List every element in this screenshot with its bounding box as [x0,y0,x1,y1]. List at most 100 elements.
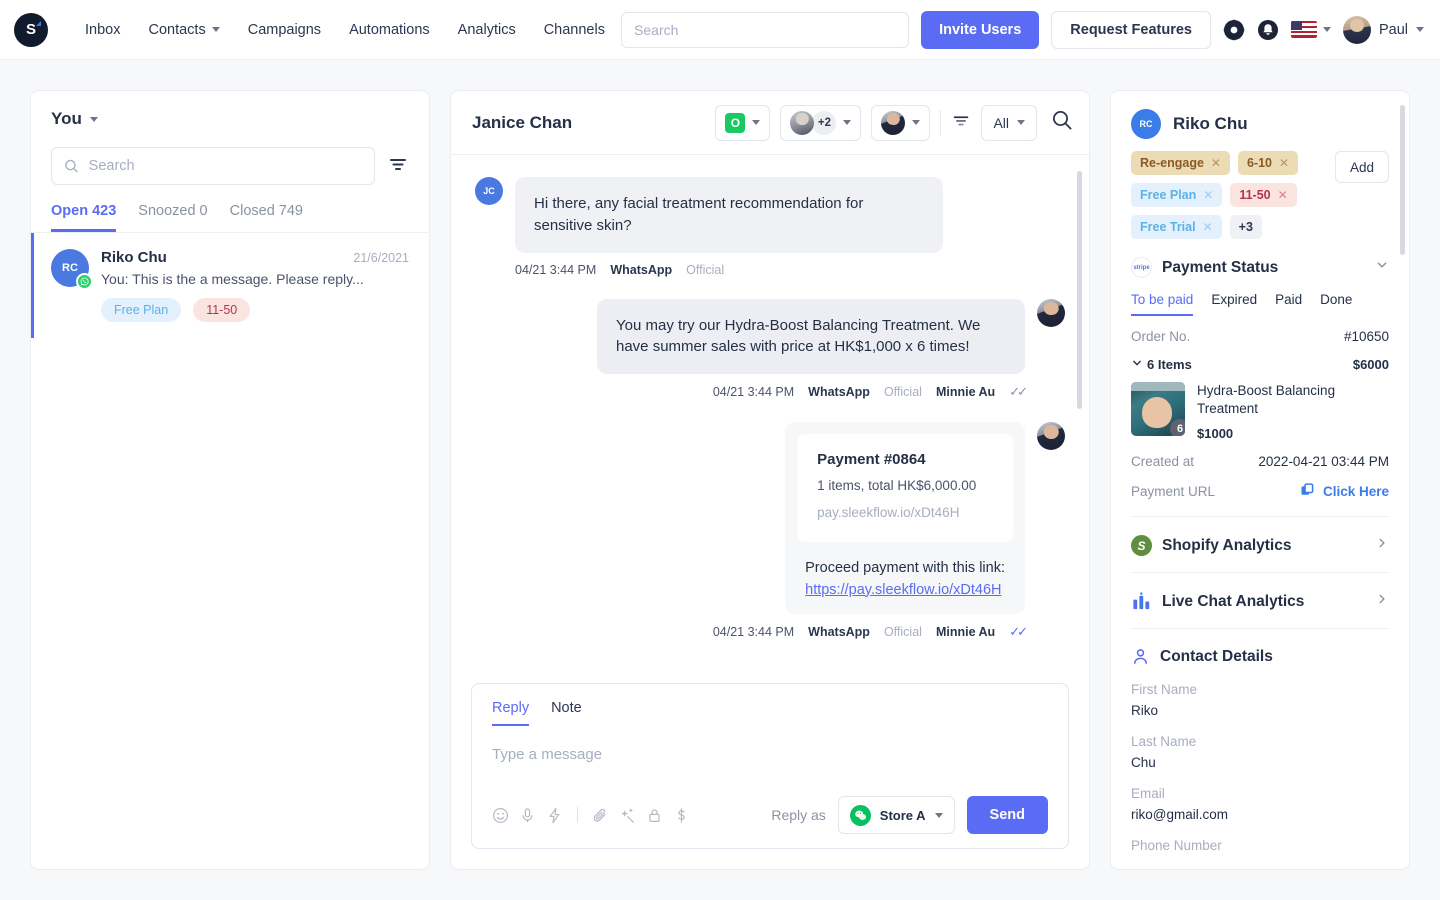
copy-icon [1300,482,1315,500]
tab-note[interactable]: Note [551,700,582,726]
nav-item-inbox[interactable]: Inbox [72,14,133,46]
avatar: RC [1131,109,1161,139]
product-price: $1000 [1197,426,1389,441]
field-value[interactable]: Riko [1131,703,1389,718]
chevron-down-icon[interactable] [1375,258,1389,277]
tab-done[interactable]: Done [1320,292,1352,316]
inbox-search[interactable] [51,147,375,185]
field-value[interactable]: riko@gmail.com [1131,807,1389,822]
tab-paid[interactable]: Paid [1275,292,1302,316]
invite-users-button[interactable]: Invite Users [921,11,1039,49]
field-value[interactable]: Chu [1131,755,1389,770]
avatar [881,111,905,135]
list-item-body: Riko Chu 21/6/2021 You: This is the a me… [101,249,409,322]
divider [940,110,941,136]
request-features-button[interactable]: Request Features [1051,11,1211,49]
magic-wand-icon[interactable] [619,807,636,824]
chevron-right-icon[interactable] [1375,592,1389,611]
close-icon[interactable]: ✕ [1203,188,1213,202]
tab-reply[interactable]: Reply [492,700,529,726]
scrollbar[interactable] [1077,171,1082,409]
tab-expired[interactable]: Expired [1211,292,1257,316]
tag-chip[interactable]: Free Plan ✕ [1131,183,1222,207]
copy-payment-url-button[interactable]: Click Here [1300,482,1389,500]
contact-field-email: Email riko@gmail.com [1131,786,1389,822]
tab-closed[interactable]: Closed 749 [230,203,303,232]
status-badge[interactable]: 11-50 [193,298,250,322]
user-menu[interactable]: Paul [1343,16,1424,44]
chevron-down-icon [912,120,920,125]
official-label: Official [884,385,922,399]
nav-item-automations[interactable]: Automations [336,14,443,46]
assignee-selector[interactable] [871,105,930,141]
message-input[interactable] [492,746,1048,763]
payment-status-section-header[interactable]: stripe Payment Status [1131,257,1389,278]
tab-snoozed[interactable]: Snoozed 0 [138,203,207,232]
language-selector[interactable] [1291,21,1331,38]
tag-overflow-chip[interactable]: +3 [1230,215,1262,239]
collaborators-selector[interactable]: +2 [780,105,861,141]
list-item[interactable]: RC Riko Chu 21/6/2021 You: This is the a… [31,233,429,338]
global-search-input[interactable] [634,22,896,38]
product-name: Hydra-Boost Balancing Treatment [1197,382,1389,418]
microphone-icon[interactable] [519,807,536,824]
nav-item-channels[interactable]: Channels [531,14,618,46]
reply-channel-selector[interactable]: Store A [838,796,955,834]
gear-icon[interactable] [1223,19,1245,41]
add-tag-button[interactable]: Add [1335,151,1389,183]
payment-card[interactable]: Payment #0864 1 items, total HK$6,000.00… [797,434,1013,542]
paperclip-icon[interactable] [592,807,609,824]
close-icon[interactable]: ✕ [1203,220,1213,234]
inbox-search-input[interactable] [89,158,362,174]
field-label: Email [1131,786,1389,801]
payment-url-label: Payment URL [1131,484,1215,499]
nav-item-analytics[interactable]: Analytics [445,14,529,46]
workspace: You Open 423 Snoozed 0 Closed 749 [0,60,1440,900]
items-summary-row[interactable]: 6 Items $6000 [1131,357,1389,372]
message-thread[interactable]: JC Hi there, any facial treatment recomm… [451,155,1089,683]
filter-icon[interactable] [951,110,971,135]
close-icon[interactable]: ✕ [1279,156,1289,170]
divider [1131,572,1389,573]
bell-icon[interactable] [1257,19,1279,41]
tab-to-be-paid[interactable]: To be paid [1131,292,1193,316]
contact-header: RC Riko Chu [1131,109,1389,139]
filter-icon[interactable] [387,153,409,180]
global-search[interactable] [621,12,909,48]
top-nav-actions: Invite Users Request Features Paul [621,11,1424,49]
scrollbar[interactable] [1400,105,1405,255]
inbox-owner-selector[interactable]: You [51,109,409,129]
conversation-header: Janice Chan O +2 [451,91,1089,155]
section-title: Payment Status [1162,259,1278,277]
contact-name: Riko Chu [101,249,167,266]
tag-chip[interactable]: 6-10 ✕ [1238,151,1298,175]
payment-link[interactable]: https://pay.sleekflow.io/xDt46H [805,580,1005,602]
tag-label: Free Trial [1140,220,1196,234]
channel-selector[interactable]: O [715,105,770,141]
send-button[interactable]: Send [967,796,1048,834]
chevron-right-icon[interactable] [1375,536,1389,555]
status-badge[interactable]: Free Plan [101,298,181,322]
nav-item-campaigns[interactable]: Campaigns [235,14,334,46]
lightning-icon[interactable] [546,807,563,824]
tag-chip[interactable]: Free Trial ✕ [1131,215,1222,239]
search-icon[interactable] [1051,109,1073,136]
close-icon[interactable]: ✕ [1211,156,1221,170]
shopify-analytics-section[interactable]: S Shopify Analytics [1131,535,1389,556]
tab-open[interactable]: Open 423 [51,203,116,232]
channel-badge-icon: O [725,113,745,133]
chevron-down-icon[interactable] [1131,357,1143,372]
us-flag-icon [1291,21,1317,38]
app-logo[interactable]: S [14,13,48,47]
message-filter-selector[interactable]: All [981,105,1037,141]
dollar-icon[interactable] [673,807,690,824]
lock-icon[interactable] [646,807,663,824]
live-chat-analytics-section[interactable]: Live Chat Analytics [1131,591,1389,612]
close-icon[interactable]: ✕ [1278,188,1288,202]
tag-chip[interactable]: Re-engage ✕ [1131,151,1230,175]
tag-chip[interactable]: 11-50 ✕ [1230,183,1296,207]
chevron-down-icon [935,813,943,818]
emoji-icon[interactable] [492,807,509,824]
nav-item-contacts[interactable]: Contacts [135,14,232,46]
avatar [1343,16,1371,44]
